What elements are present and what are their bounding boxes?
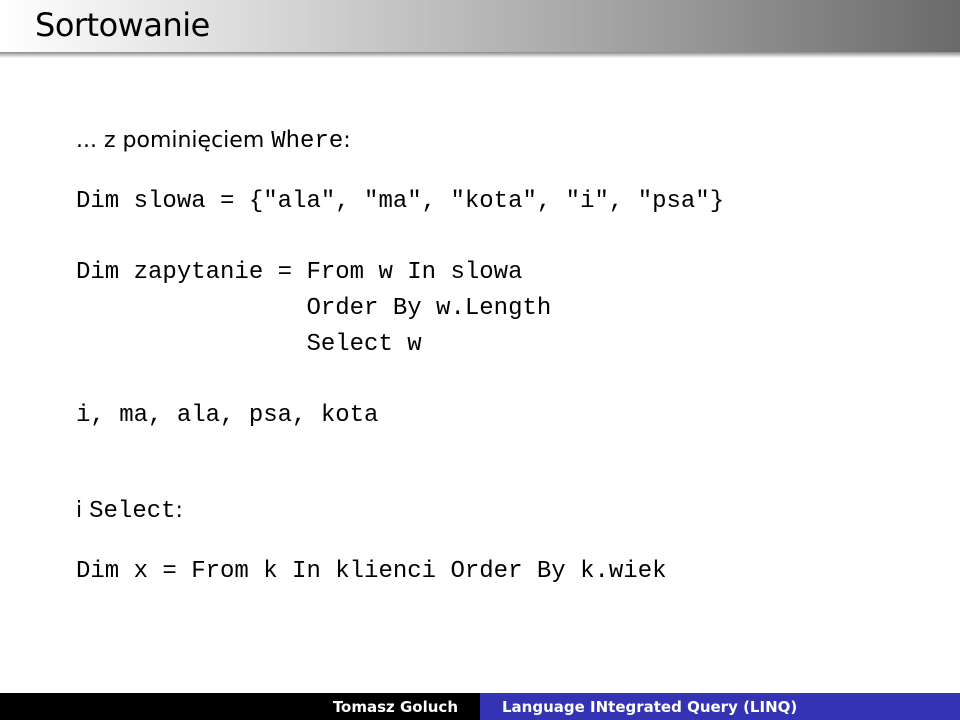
intro-suffix: :	[343, 128, 351, 153]
section2-prefix: i	[76, 498, 90, 523]
query-result: i, ma, ala, psa, kota	[76, 402, 379, 429]
footer-author: Tomasz Goluch	[0, 693, 480, 720]
section2-keyword: Select	[89, 498, 176, 525]
code-query-line-2: Order By w.Length	[76, 295, 552, 322]
code-query-line-1: Dim zapytanie = From w In slowa	[76, 259, 523, 286]
intro-keyword: Where	[271, 128, 344, 155]
code-array-declaration: Dim slowa = {"ala", "ma", "kota", "i", "…	[76, 188, 725, 215]
footer-talk-title: Language INtegrated Query (LINQ)	[480, 693, 960, 720]
code-klienci-query: Dim x = From k In klienci Order By k.wie…	[76, 558, 667, 585]
intro-prefix: ... z pominięciem	[76, 128, 272, 153]
section2-line: i Select:	[76, 498, 183, 525]
code-query-line-3: Select w	[76, 331, 422, 358]
section2-suffix: :	[175, 498, 183, 523]
header-shadow	[0, 52, 960, 58]
slide-footer: Tomasz Goluch Language INtegrated Query …	[0, 693, 960, 720]
slide-title: Sortowanie	[35, 6, 210, 44]
intro-line: ... z pominięciem Where:	[76, 128, 351, 155]
